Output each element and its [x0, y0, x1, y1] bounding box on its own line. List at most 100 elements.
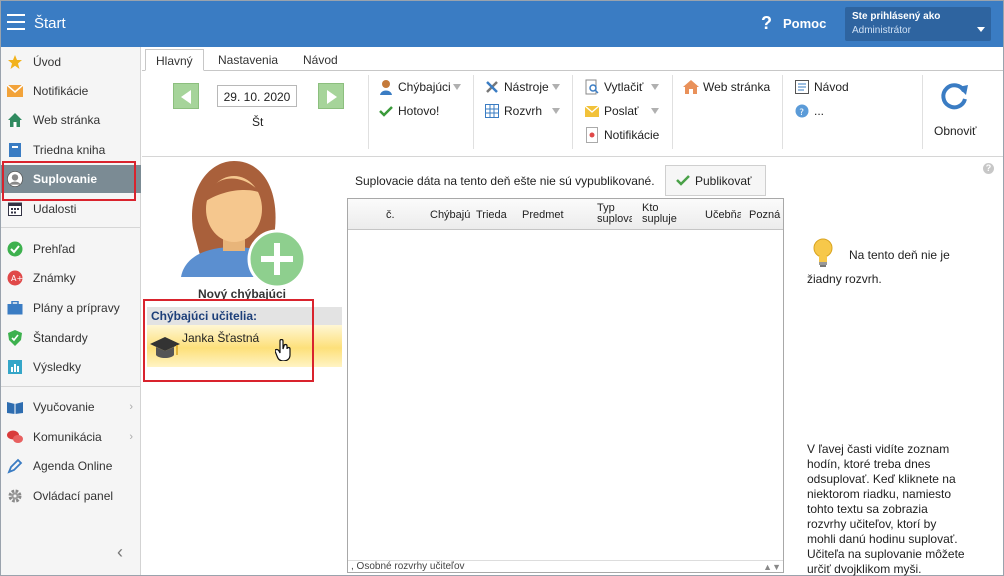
- print-dropdown-icon[interactable]: [651, 84, 659, 90]
- sidebar-item-label: Web stránka: [33, 113, 101, 127]
- person-icon: [378, 79, 394, 95]
- refresh-button[interactable]: Obnoviť: [934, 79, 977, 138]
- ribbon-divider: [473, 75, 474, 149]
- next-day-button[interactable]: [318, 83, 344, 109]
- help-icon[interactable]: ?: [983, 163, 994, 174]
- sidebar-item-znamky[interactable]: A+ Známky: [1, 264, 141, 292]
- tools-button[interactable]: Nástroje: [484, 78, 549, 96]
- shield-icon: [7, 330, 23, 346]
- checkmark-icon: [378, 103, 394, 119]
- column-header-substitution-type[interactable]: Typ suplova: [597, 203, 632, 225]
- sidebar-item-triedna-kniha[interactable]: Triedna kniha: [1, 136, 141, 164]
- star-icon: [7, 54, 23, 70]
- top-bar: Štart ? Pomoc Ste prihlásený ako Adminis…: [1, 1, 1003, 47]
- help-link[interactable]: Pomoc: [783, 16, 826, 31]
- notifications-button-label: Notifikácie: [604, 128, 660, 142]
- sidebar-item-ovladaci-panel[interactable]: Ovládací panel: [1, 482, 141, 510]
- sidebar-item-label: Výsledky: [33, 360, 82, 374]
- column-header-substitute[interactable]: Kto supluje: [642, 203, 682, 225]
- tab-nastavenia[interactable]: Nastavenia: [208, 49, 288, 71]
- tab-navod[interactable]: Návod: [293, 49, 348, 71]
- schedule-button[interactable]: Rozvrh: [484, 102, 542, 120]
- sidebar-item-uvod[interactable]: Úvod: [1, 48, 141, 76]
- login-username: Administrátor: [852, 25, 911, 36]
- open-book-icon: [7, 399, 23, 415]
- web-page-button[interactable]: Web stránka: [683, 78, 770, 96]
- ribbon-divider: [782, 75, 783, 149]
- ribbon-divider: [572, 75, 573, 149]
- done-button[interactable]: Hotovo!: [378, 102, 439, 120]
- ribbon-divider: [368, 75, 369, 149]
- absent-button[interactable]: Chýbajúci: [378, 78, 451, 96]
- sidebar-item-komunikacia[interactable]: Komunikácia ›: [1, 423, 141, 451]
- tab-strip: Hlavný Nastavenia Návod: [142, 47, 1003, 71]
- page-title: Štart: [34, 15, 66, 32]
- table-footer: , Osobné rozvrhy učiteľov: [348, 560, 783, 572]
- sidebar-item-label: Ovládací panel: [33, 489, 114, 503]
- print-preview-icon: [584, 79, 600, 95]
- sidebar-item-notifikacie[interactable]: Notifikácie: [1, 77, 141, 105]
- ribbon-divider: [922, 75, 923, 149]
- column-header-note[interactable]: Pozná: [749, 210, 783, 221]
- sidebar-item-vyucovanie[interactable]: Vyučovanie ›: [1, 393, 141, 421]
- sidebar-item-label: Notifikácie: [33, 84, 89, 98]
- refresh-button-label: Obnoviť: [934, 124, 977, 138]
- tools-dropdown-icon[interactable]: [552, 84, 560, 90]
- grade-icon: A+: [7, 270, 23, 286]
- svg-text:A+: A+: [11, 274, 23, 283]
- login-caption: Ste prihlásený ako: [852, 11, 941, 22]
- sidebar-item-plany[interactable]: Plány a prípravy: [1, 294, 141, 322]
- column-header-absent[interactable]: Chýbajú: [430, 210, 470, 221]
- weekday-label: Št: [252, 115, 264, 129]
- column-header-subject[interactable]: Predmet: [522, 210, 564, 221]
- absent-dropdown-icon[interactable]: [453, 84, 461, 90]
- sidebar-item-web-stranka[interactable]: Web stránka: [1, 106, 141, 134]
- print-button-label: Vytlačiť: [604, 80, 644, 94]
- gear-icon: [7, 488, 23, 504]
- envelope-icon: [7, 83, 23, 99]
- date-field[interactable]: 29. 10. 2020: [217, 85, 297, 107]
- ribbon-toolbar: 29. 10. 2020 Št Chýbajúci Hotovo! Nástro…: [142, 71, 1003, 157]
- sidebar-collapse-icon[interactable]: ‹: [117, 542, 123, 563]
- new-absent-avatar-button[interactable]: [179, 159, 307, 289]
- highlight-box-absent-teachers: [143, 299, 314, 382]
- user-account-dropdown[interactable]: Ste prihlásený ako Administrátor: [845, 7, 991, 41]
- sidebar: Úvod Notifikácie Web stránka Triedna kni…: [1, 47, 141, 575]
- send-button-label: Poslať: [604, 104, 639, 118]
- envelope-icon: [584, 103, 600, 119]
- guide-book-icon: [794, 79, 810, 95]
- column-header-number[interactable]: č.: [386, 210, 395, 221]
- tab-hlavny[interactable]: Hlavný: [145, 49, 204, 71]
- check-circle-icon: [7, 241, 23, 257]
- sidebar-item-label: Štandardy: [33, 331, 88, 345]
- more-help-button[interactable]: ? ...: [794, 102, 824, 120]
- notifications-button[interactable]: Notifikácie: [584, 126, 659, 144]
- sidebar-item-standardy[interactable]: Štandardy: [1, 324, 141, 352]
- scroll-arrows-icon[interactable]: ▲▼: [763, 562, 781, 572]
- hamburger-menu-icon[interactable]: [7, 14, 25, 30]
- sidebar-item-vysledky[interactable]: Výsledky: [1, 353, 141, 381]
- guide-button[interactable]: Návod: [794, 78, 849, 96]
- substitution-table[interactable]: č. Chýbajú Trieda Predmet Typ suplova Kt…: [347, 198, 784, 573]
- chevron-right-icon: ›: [129, 401, 133, 413]
- send-dropdown-icon[interactable]: [651, 108, 659, 114]
- schedule-button-label: Rozvrh: [504, 104, 543, 118]
- sidebar-item-agenda-online[interactable]: Agenda Online: [1, 452, 141, 480]
- column-header-class[interactable]: Trieda: [476, 210, 507, 221]
- column-header-room[interactable]: Učebňa: [705, 210, 741, 221]
- sidebar-item-label: Udalosti: [33, 202, 77, 216]
- more-help-button-label: ...: [814, 104, 825, 118]
- print-button[interactable]: Vytlačiť: [584, 78, 643, 96]
- web-page-button-label: Web stránka: [703, 80, 771, 94]
- house-icon: [683, 79, 699, 95]
- publish-button[interactable]: Publikovať: [665, 165, 766, 196]
- briefcase-icon: [7, 300, 23, 316]
- sidebar-item-prehlad[interactable]: Prehľad: [1, 235, 141, 263]
- sidebar-item-label: Triedna kniha: [33, 143, 106, 157]
- previous-day-button[interactable]: [173, 83, 199, 109]
- help-icon[interactable]: ?: [761, 13, 772, 34]
- send-button[interactable]: Poslať: [584, 102, 639, 120]
- schedule-dropdown-icon[interactable]: [552, 108, 560, 114]
- sidebar-item-label: Plány a prípravy: [33, 301, 120, 315]
- calendar-icon: [7, 201, 23, 217]
